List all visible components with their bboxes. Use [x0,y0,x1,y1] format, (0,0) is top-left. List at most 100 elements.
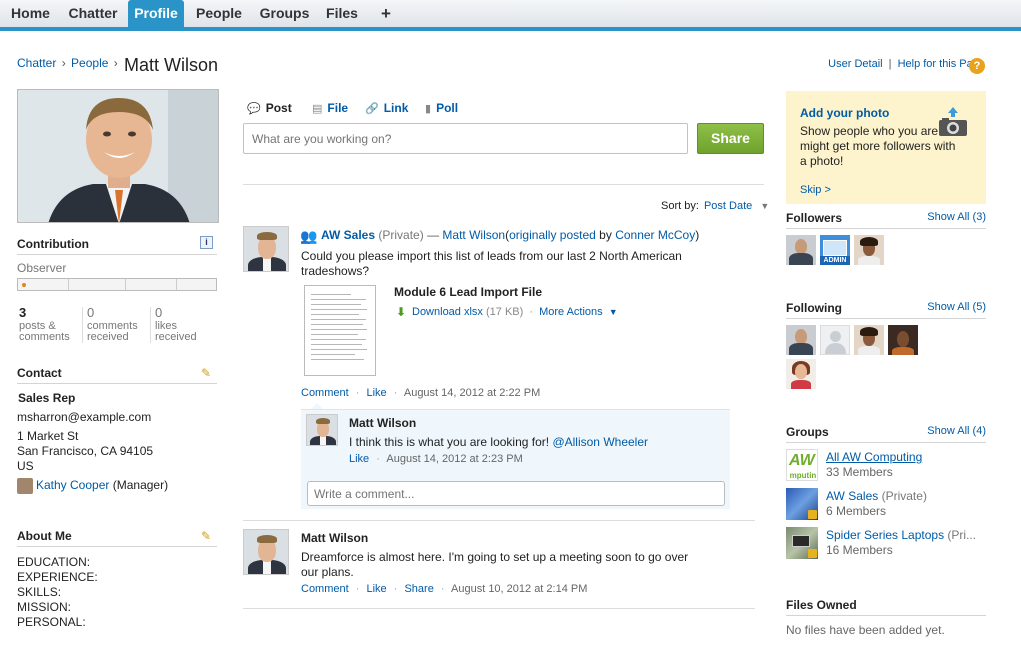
contact-country: US [17,459,34,473]
following-avatar[interactable] [786,325,816,355]
publisher-tab-link[interactable]: 🔗 Link [365,101,408,115]
comment-input[interactable] [307,481,725,506]
tab-home[interactable]: Home [0,0,61,27]
mention-link[interactable]: @Allison Wheeler [552,435,648,449]
about-experience: EXPERIENCE: [17,570,98,584]
dot-separator: · [355,583,360,595]
group-spider-series-name[interactable]: Spider Series Laptops [826,528,944,542]
publisher-tab-file[interactable]: ▤ File [312,101,348,115]
tab-profile[interactable]: Profile [128,0,184,27]
link-separator: | [888,58,892,70]
following-avatar[interactable] [854,325,884,355]
follower-avatar[interactable] [786,235,816,265]
comment-text: I think this is what you are looking for… [349,435,648,449]
sort-select[interactable]: Post Date [704,200,752,212]
following-show-all-link[interactable]: Show All (5) [927,301,986,313]
tab-groups[interactable]: Groups [254,0,315,27]
followers-heading-label: Followers [786,211,843,225]
more-actions-link[interactable]: More Actions [539,306,603,318]
post-input[interactable] [243,123,688,154]
share-link[interactable]: Share [404,583,433,595]
following-avatar-placeholder[interactable] [820,325,850,355]
chevron-down-icon[interactable]: ▼ [609,307,618,317]
manager-avatar[interactable] [17,478,33,494]
dot-separator: · [440,583,445,595]
tab-people[interactable]: People [188,0,250,27]
publisher-tab-poll[interactable]: ▮ Poll [425,101,458,115]
file-size: (17 KB) [485,306,524,318]
comment-like-link[interactable]: Like [349,453,369,465]
comment-link[interactable]: Comment [301,583,349,595]
breadcrumb-chatter[interactable]: Chatter [17,56,56,70]
dot-separator: · [393,387,398,399]
post-author-link[interactable]: Matt Wilson [442,228,505,242]
post-author-avatar[interactable] [243,226,289,272]
file-title-link[interactable]: Module 6 Lead Import File [394,285,542,299]
follower-avatar[interactable] [854,235,884,265]
group-spider-series-icon[interactable] [786,527,818,559]
divider [243,184,764,185]
dot-separator: · [529,306,534,318]
stat-likes-label: received [155,331,197,343]
contact-email[interactable]: msharron@example.com [17,410,151,424]
followers-show-all-link[interactable]: Show All (3) [927,211,986,223]
add-tab-button[interactable]: + [374,0,398,27]
like-link[interactable]: Like [366,387,386,399]
post-group-link[interactable]: AW Sales [321,228,375,242]
group-aw-sales-name[interactable]: AW Sales [826,489,878,503]
speech-bubble-icon: 💬 [247,103,261,115]
chevron-down-icon[interactable]: ▼ [760,201,769,211]
file-thumbnail[interactable] [304,285,376,376]
group-all-aw-computing-link[interactable]: All AW Computing [826,450,922,464]
sort-control: Sort by: Post Date ▼ [661,200,769,212]
tab-files[interactable]: Files [319,0,365,27]
link-icon: 🔗 [365,103,379,115]
follower-avatar-admin[interactable]: ADMIN [820,235,850,265]
pencil-icon[interactable]: ✎ [201,366,211,380]
post-actions: Comment · Like · August 14, 2012 at 2:22… [301,387,540,399]
post-header: AW Sales (Private) — Matt Wilson(origina… [321,228,699,242]
groups-show-all-link[interactable]: Show All (4) [927,425,986,437]
manager-label: (Manager) [112,478,169,492]
publisher-tab-post[interactable]: 💬 Post [247,101,292,115]
following-avatar[interactable] [786,359,816,389]
contribution-progress-bar [17,278,217,291]
original-author-link[interactable]: Conner McCoy [615,228,695,242]
post-text-line: tradeshows? [301,264,370,278]
user-detail-link[interactable]: User Detail [828,58,882,70]
group-aw-sales-link[interactable]: AW Sales (Private) [826,489,927,503]
originally-posted-link[interactable]: originally posted [509,228,596,242]
breadcrumb-people[interactable]: People [71,56,108,70]
group-all-aw-computing-icon[interactable]: AW mputin [786,449,818,481]
help-icon[interactable]: ? [969,58,985,74]
top-navigation: Home Chatter Profile People Groups Files… [0,0,1021,31]
download-icon[interactable]: ⬇ [396,305,406,319]
share-button[interactable]: Share [697,123,764,154]
skip-link[interactable]: Skip > [800,184,831,196]
stat-comments-received: 0 comments received [82,306,138,343]
comment-link[interactable]: Comment [301,387,349,399]
manager-name-link[interactable]: Kathy Cooper [36,478,109,492]
groups-heading-label: Groups [786,425,829,439]
about-me-heading: About Me ✎ [17,529,217,547]
group-aw-sales-icon[interactable] [786,488,818,520]
info-icon[interactable]: i [200,236,213,249]
lock-icon [808,510,817,519]
download-link[interactable]: Download xlsx [412,306,483,318]
following-heading-label: Following [786,301,842,315]
following-avatar[interactable] [888,325,918,355]
post-text-line: Could you please import this list of lea… [301,249,682,263]
like-link[interactable]: Like [366,583,386,595]
post-author-avatar[interactable] [243,529,289,575]
pencil-icon[interactable]: ✎ [201,529,211,543]
comment-author-link[interactable]: Matt Wilson [349,416,416,430]
comment-body: I think this is what you are looking for… [349,435,550,449]
post-author-link[interactable]: Matt Wilson [301,531,368,545]
bar-chart-icon: ▮ [425,103,432,115]
comment-author-avatar[interactable] [306,414,338,446]
tab-chatter[interactable]: Chatter [61,0,125,27]
add-photo-title[interactable]: Add your photo [800,106,889,120]
group-spider-series-link[interactable]: Spider Series Laptops (Pri... [826,528,976,542]
profile-photo [17,89,219,223]
publisher-tab-post-label: Post [265,101,292,115]
